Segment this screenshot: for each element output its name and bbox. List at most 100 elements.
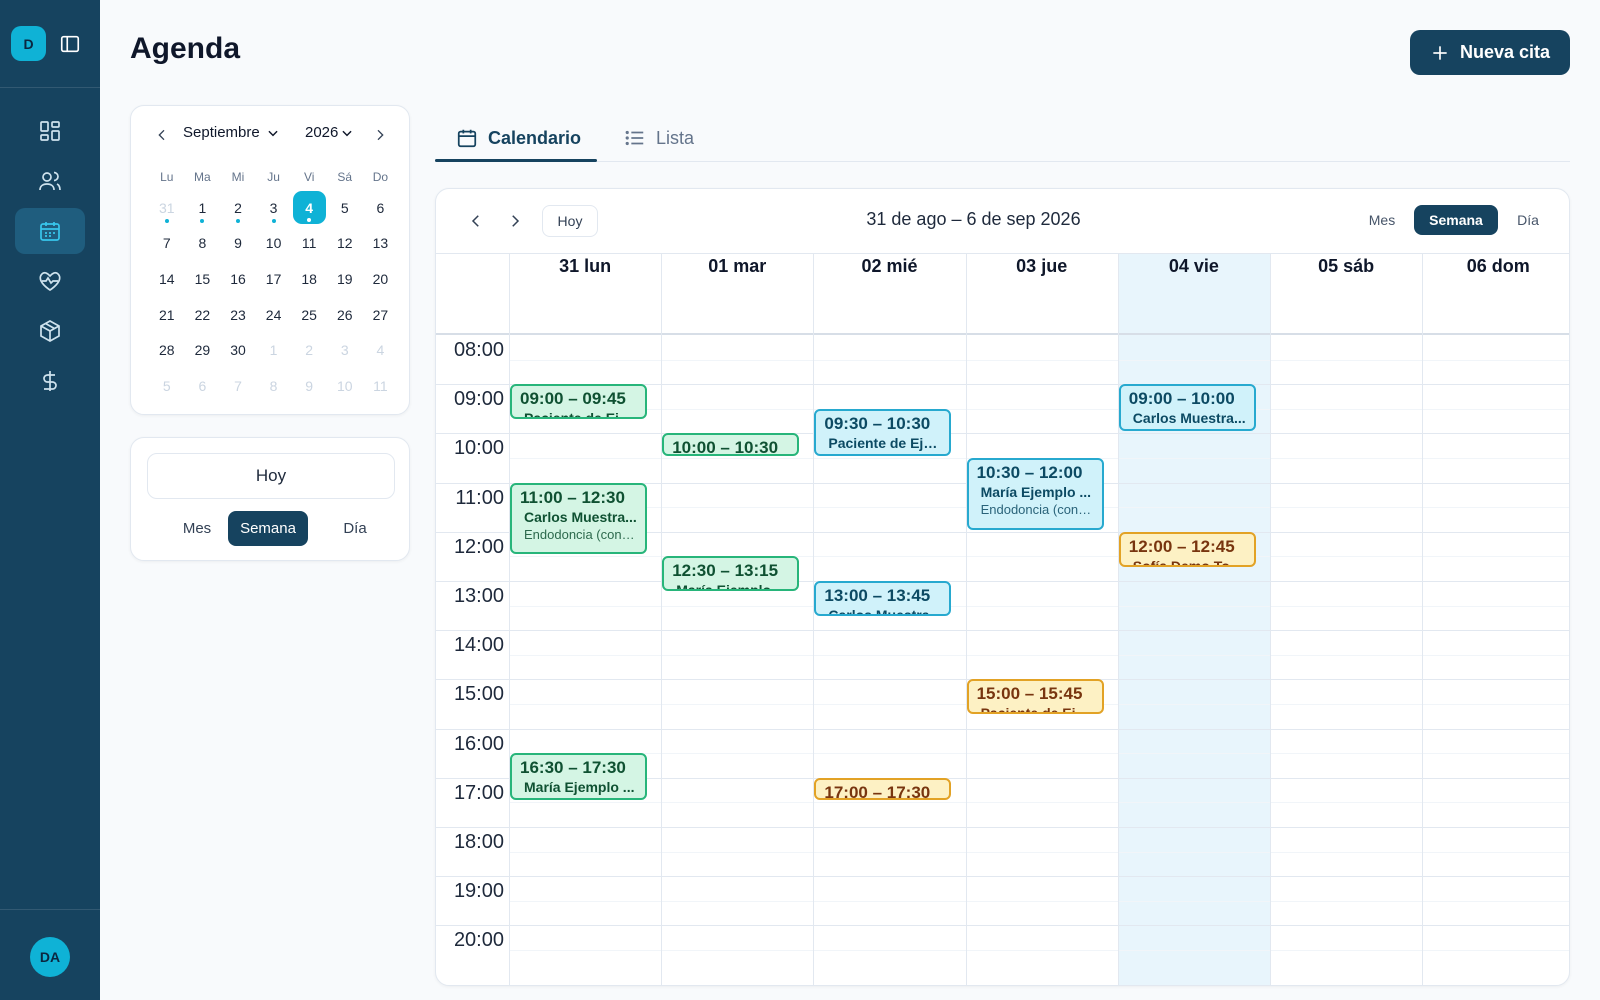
mini-calendar-day[interactable]: 13 [363,226,399,262]
appointment-event[interactable]: 16:30 – 17:30 María Ejemplo ... [510,753,647,801]
calendar-today-button[interactable]: Hoy [542,205,598,237]
mini-calendar-day[interactable]: 10 [256,226,292,262]
mini-calendar-day[interactable]: 7 [220,368,256,404]
chevron-left-icon [471,215,479,227]
tab-calendar[interactable]: Calendario [456,118,581,158]
user-avatar[interactable]: DA [30,937,70,977]
mini-calendar-day[interactable]: 20 [363,261,399,297]
today-button[interactable]: Hoy [147,453,395,499]
mini-calendar-day[interactable]: 2 [220,190,256,226]
mini-calendar-day[interactable]: 28 [149,332,185,368]
chevron-down-icon [268,130,278,136]
mini-calendar-day[interactable]: 14 [149,261,185,297]
appointment-event[interactable]: 12:00 – 12:45 Sofía Demo Tor... [1118,531,1256,567]
tab-list[interactable]: Lista [624,118,694,158]
appointment-event[interactable]: 10:30 – 12:00 María Ejemplo ... Endodoncia… [966,458,1104,530]
calendar-prev-button[interactable] [464,209,488,233]
collapse-sidebar-button[interactable] [58,32,82,56]
weekday-label: Lu [160,170,174,184]
mini-calendar-day-selected[interactable]: 4 [291,190,327,226]
mini-calendar-day[interactable]: 16 [220,261,256,297]
mini-calendar-day[interactable]: 11 [291,226,327,262]
mini-calendar-day[interactable]: 21 [149,297,185,333]
mini-calendar-day[interactable]: 19 [327,261,363,297]
appointment-event[interactable]: 09:30 – 10:30 Paciente de Eje... [814,408,952,456]
appointment-patient: Sofía Demo Tor... [1132,557,1246,567]
mini-calendar-day[interactable]: 1 [256,332,292,368]
mini-calendar-day[interactable]: 8 [256,368,292,404]
appointment-event[interactable]: 17:00 – 17:30 [814,777,952,801]
mini-calendar-day[interactable]: 29 [185,332,221,368]
grid-line [965,253,967,985]
calendar-view-day[interactable]: Día [1506,205,1550,235]
calendar-icon [457,129,477,148]
mini-calendar-day[interactable]: 7 [149,226,185,262]
mini-calendar-day[interactable]: 1 [185,190,221,226]
mini-calendar-day[interactable]: 9 [220,226,256,262]
mini-calendar-day[interactable]: 5 [327,190,363,226]
mini-calendar-day[interactable]: 31 [149,190,185,226]
mini-calendar-day[interactable]: 10 [327,368,363,404]
mini-calendar-day[interactable]: 3 [256,190,292,226]
appointment-event[interactable]: 13:00 – 13:45 Carlos Muestra... [814,581,952,616]
mini-calendar-day[interactable]: 26 [327,297,363,333]
mini-calendar-day[interactable]: 25 [291,297,327,333]
mini-calendar-day[interactable]: 15 [185,261,221,297]
day-number: 24 [265,306,282,323]
appointment-event[interactable]: 11:00 – 12:30 Carlos Muestra... Endodoncia… [510,482,647,555]
grid-line [436,876,1569,878]
view-day-button[interactable]: Día [315,511,395,546]
calendar-next-button[interactable] [503,209,527,233]
day-number: 25 [301,306,317,323]
view-month-button[interactable]: Mes [157,511,237,546]
calendar-view-month[interactable]: Mes [1357,205,1407,235]
new-appointment-button[interactable]: Nueva cita [1410,30,1570,75]
day-number: 5 [340,199,349,216]
mini-calendar-day[interactable]: 30 [220,332,256,368]
nav-item-billing[interactable] [15,358,85,404]
mini-calendar-day[interactable]: 11 [363,368,399,404]
mini-calendar-day[interactable]: 2 [291,332,327,368]
month-select[interactable]: Septiembre [183,124,280,141]
mini-calendar-day[interactable]: 27 [363,297,399,333]
grid-half-line [509,753,1569,755]
grid-line [1270,253,1271,985]
week-grid: 31 lun 01 mar 02 mié 03 jue 04 vie 05 sáb 06 d… [436,253,1569,985]
mini-calendar-day[interactable]: 23 [220,297,256,333]
day-header: 02 mié [861,256,918,276]
mini-calendar-day[interactable]: 5 [149,368,185,404]
appointment-event[interactable]: 09:00 – 09:45 Paciente de Eje... [510,384,647,420]
day-number: 4 [376,342,385,359]
day-number: 14 [159,270,175,287]
appointment-event[interactable]: 09:00 – 10:00 Carlos Muestra... [1118,384,1256,432]
mini-calendar-prev-button[interactable] [151,124,173,146]
appointment-time: 09:00 – 10:00 [1128,389,1235,409]
mini-calendar-day[interactable]: 22 [185,297,221,333]
nav-item-patients[interactable] [15,158,85,204]
nav-item-inventory[interactable] [15,308,85,354]
mini-calendar-day[interactable]: 8 [185,226,221,262]
mini-calendar-day[interactable]: 9 [291,368,327,404]
appointment-patient: Paciente de Eje... [980,705,1094,715]
mini-calendar-day[interactable]: 18 [291,261,327,297]
nav-item-health[interactable] [15,258,85,304]
mini-calendar-day[interactable]: 6 [363,190,399,226]
nav-item-agenda[interactable] [15,208,85,254]
day-header: 06 dom [1466,256,1530,276]
view-week-button[interactable]: Semana [228,511,308,546]
calendar-view-week[interactable]: Semana [1414,205,1498,235]
mini-calendar-day[interactable]: 6 [185,368,221,404]
workspace-badge[interactable]: D [11,26,46,61]
mini-calendar-day[interactable]: 17 [256,261,292,297]
appointment-event[interactable]: 10:00 – 10:30 [662,433,800,456]
mini-calendar-day[interactable]: 3 [327,332,363,368]
nav-item-dashboard[interactable] [15,108,85,154]
mini-calendar-day[interactable]: 24 [256,297,292,333]
year-select[interactable]: 2026 [305,124,354,141]
appointment-event[interactable]: 15:00 – 15:45 Paciente de Eje... [966,679,1104,715]
mini-calendar-day[interactable]: 12 [327,226,363,262]
mini-calendar-next-button[interactable] [369,124,391,146]
appointment-time: 09:00 – 09:45 [520,389,626,409]
mini-calendar-day[interactable]: 4 [363,332,399,368]
appointment-event[interactable]: 12:30 – 13:15 María Ejemplo... [662,556,800,592]
